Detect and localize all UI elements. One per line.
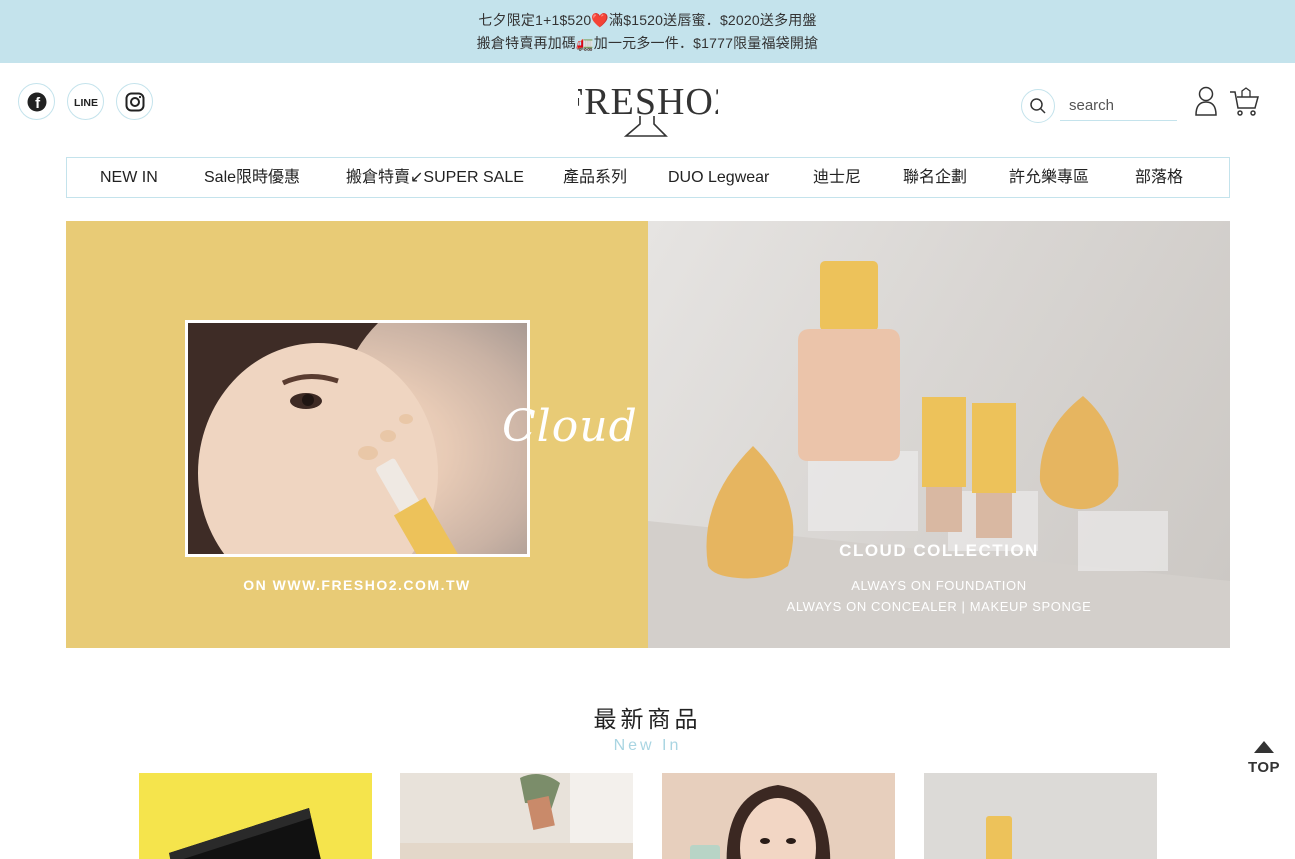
line-link[interactable]: LINE	[67, 83, 104, 120]
product-image	[169, 808, 321, 859]
product-card[interactable]	[924, 773, 1157, 859]
facebook-icon: f	[27, 92, 46, 111]
product-image	[690, 785, 831, 859]
search-icon	[1030, 98, 1046, 114]
model-photo	[185, 320, 530, 557]
back-to-top-button[interactable]: TOP	[1244, 740, 1284, 776]
announcement-line-2: 搬倉特賣再加碼🚛加一元多一件．$1777限量福袋開搶	[476, 34, 819, 51]
collection-line-2: ALWAYS ON CONCEALER | MAKEUP SPONGE	[786, 599, 1092, 614]
cart-icon[interactable]	[1229, 87, 1261, 117]
instagram-link[interactable]	[116, 83, 153, 120]
nav-item-new-in[interactable]: NEW IN	[100, 158, 158, 197]
nav-item-disney[interactable]: 迪士尼	[813, 158, 861, 197]
line-icon: LINE	[74, 97, 98, 108]
instagram-icon	[125, 92, 144, 111]
product-image	[986, 816, 1012, 859]
product-card[interactable]	[662, 773, 895, 859]
model-illustration	[188, 323, 466, 554]
nav-item-collab[interactable]: 聯名企劃	[903, 158, 967, 197]
arrow-up-icon	[1254, 741, 1274, 753]
hero-url-text: ON WWW.FRESHO2.COM.TW	[243, 577, 471, 593]
facebook-link[interactable]: f	[18, 83, 55, 120]
collection-line-1: ALWAYS ON FOUNDATION	[851, 578, 1027, 593]
nav-item-blog[interactable]: 部落格	[1135, 158, 1183, 197]
logo-text: FRESHO2	[578, 81, 718, 123]
announcement-bar: 七夕限定1+1$520❤️滿$1520送唇蜜．$2020送多用盤 搬倉特賣再加碼…	[0, 0, 1295, 63]
nav-item-duo-legwear[interactable]: DUO Legwear	[668, 158, 769, 197]
announcement-line-1: 七夕限定1+1$520❤️滿$1520送唇蜜．$2020送多用盤	[478, 11, 817, 28]
section-title: 最新商品	[593, 706, 702, 732]
nav-item-super-sale[interactable]: 搬倉特賣↙SUPER SALE	[346, 158, 524, 197]
nav-item-hsu-yun-le[interactable]: 許允樂專區	[1009, 158, 1089, 197]
search-button[interactable]	[1021, 89, 1055, 123]
top-label: TOP	[1247, 759, 1281, 776]
nav-item-sale[interactable]: Sale限時優惠	[204, 158, 300, 197]
product-card[interactable]	[139, 773, 372, 859]
social-links: f LINE	[18, 83, 153, 120]
search-area	[1021, 89, 1177, 123]
brand-logo[interactable]: FRESHO2	[578, 78, 718, 138]
hero-script-word: Cloud	[502, 401, 638, 452]
section-subtitle: New In	[613, 737, 682, 754]
nav-item-products[interactable]: 產品系列	[563, 158, 627, 197]
hero-right-panel: CLOUD COLLECTION ALWAYS ON FOUNDATION AL…	[648, 221, 1230, 648]
main-nav: NEW IN Sale限時優惠 搬倉特賣↙SUPER SALE 產品系列 DUO…	[66, 157, 1230, 198]
line-glyph: LINE	[74, 97, 98, 108]
user-icon[interactable]	[1194, 86, 1218, 116]
hero-left-panel: Cloud ON WWW.FRESHO2.COM.TW	[66, 221, 648, 648]
product-image	[400, 773, 633, 859]
collection-title: CLOUD COLLECTION	[839, 541, 1039, 560]
hero-banner[interactable]: Cloud ON WWW.FRESHO2.COM.TW CLOUD COLLEC…	[66, 221, 1230, 648]
search-input[interactable]	[1060, 91, 1177, 121]
product-card[interactable]	[400, 773, 633, 859]
